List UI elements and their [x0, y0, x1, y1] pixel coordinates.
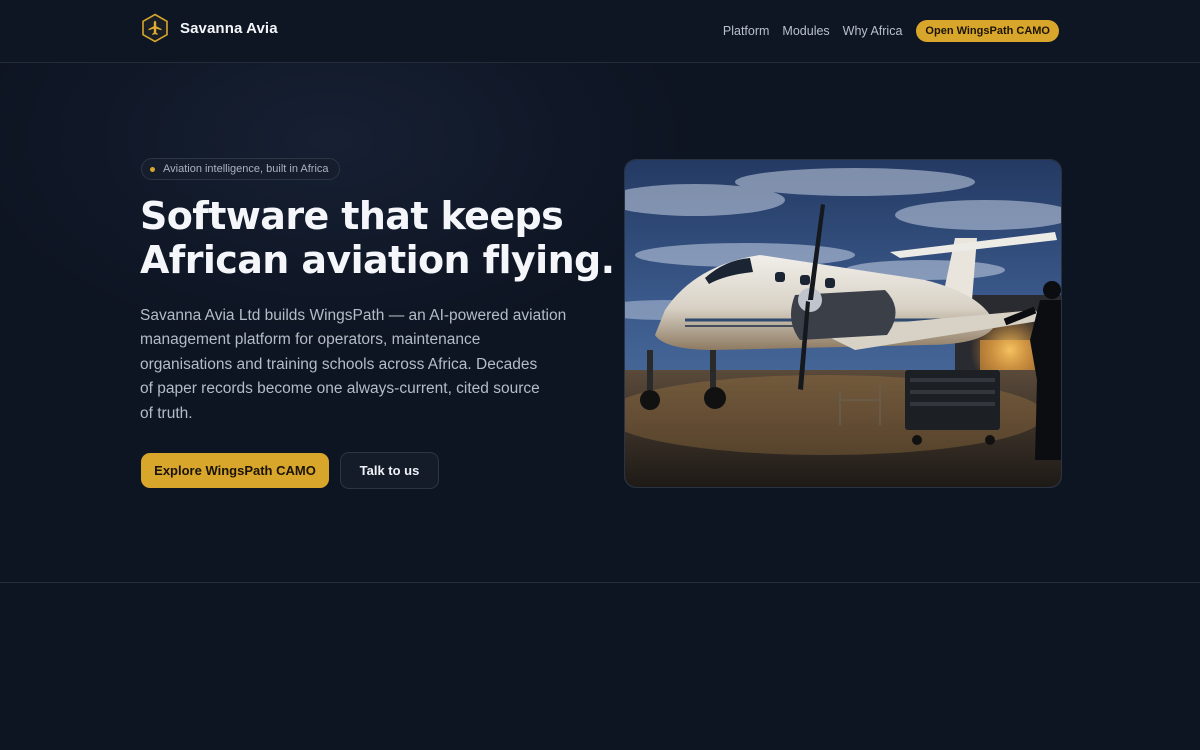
hero-description: Savanna Avia Ltd builds WingsPath — an A…: [140, 304, 580, 426]
explore-wingspath-camo-button[interactable]: Explore WingsPath CAMO: [141, 453, 329, 488]
hero-aircraft-photo: [624, 159, 1062, 488]
talk-to-us-button[interactable]: Talk to us: [340, 452, 439, 489]
hero-description-line: Savanna Avia Ltd builds WingsPath — an A…: [140, 307, 567, 324]
nav-link-platform[interactable]: Platform: [723, 24, 770, 38]
nav-link-why-africa[interactable]: Why Africa: [843, 24, 903, 38]
hero-description-line: management platform for operators, maint…: [140, 331, 481, 349]
section-divider: [0, 582, 1200, 583]
main-nav: Platform Modules Why Africa Open WingsPa…: [723, 20, 1059, 42]
hero-headline: Software that keeps African aviation fly…: [140, 194, 615, 282]
nav-link-modules[interactable]: Modules: [782, 24, 829, 38]
hero-headline-line: Software that keeps: [140, 194, 564, 238]
hero-description-line: of truth.: [140, 404, 193, 422]
hero-badge: Aviation intelligence, built in Africa: [141, 158, 340, 180]
hero-description-line: organisations and training schools acros…: [140, 355, 538, 373]
brand[interactable]: Savanna Avia: [141, 13, 278, 43]
top-navigation-bar: Savanna Avia Platform Modules Why Africa…: [0, 0, 1200, 63]
hero-headline-line: African aviation flying.: [140, 238, 615, 282]
hero-badge-text: Aviation intelligence, built in Africa: [163, 163, 329, 175]
hero-description-line: of paper records become one always-curre…: [140, 380, 540, 398]
open-wingspath-camo-button[interactable]: Open WingsPath CAMO: [916, 20, 1059, 42]
airplane-hexagon-logo-icon: [141, 13, 169, 43]
brand-name: Savanna Avia: [180, 19, 278, 37]
status-dot-icon: [150, 166, 155, 172]
